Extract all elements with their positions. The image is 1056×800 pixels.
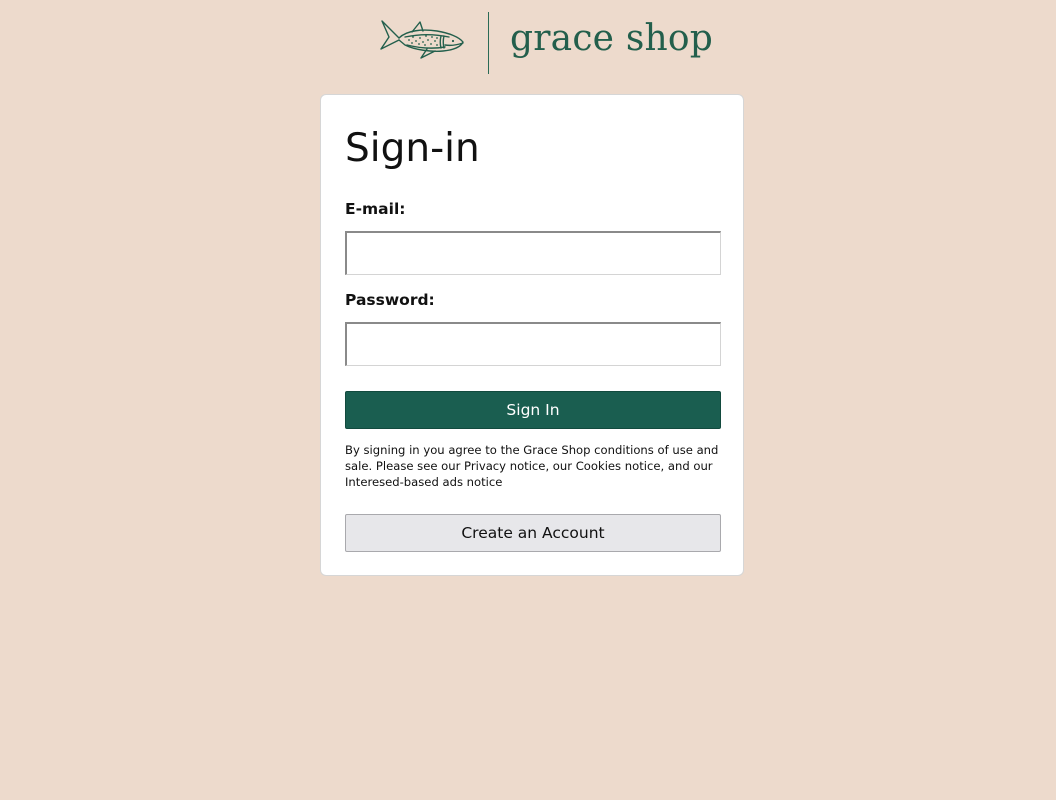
home-logo-link[interactable]: grace shop: [376, 10, 713, 78]
whale-shark-icon: [380, 20, 464, 59]
legal-notice: By signing in you agree to the Grace Sho…: [345, 443, 719, 489]
logo-divider: [488, 12, 489, 74]
sign-in-button[interactable]: Sign In: [345, 391, 721, 429]
signin-card: Sign-in E-mail: Password: Sign In By sig…: [320, 94, 744, 576]
page-title: Sign-in: [345, 126, 480, 171]
create-account-button[interactable]: Create an Account: [345, 514, 721, 552]
site-header: grace shop: [0, 0, 1056, 90]
email-label: E-mail:: [345, 200, 406, 218]
password-label: Password:: [345, 291, 435, 309]
password-field[interactable]: [345, 322, 721, 366]
email-field[interactable]: [345, 231, 721, 275]
brand-name: grace shop: [510, 18, 714, 59]
